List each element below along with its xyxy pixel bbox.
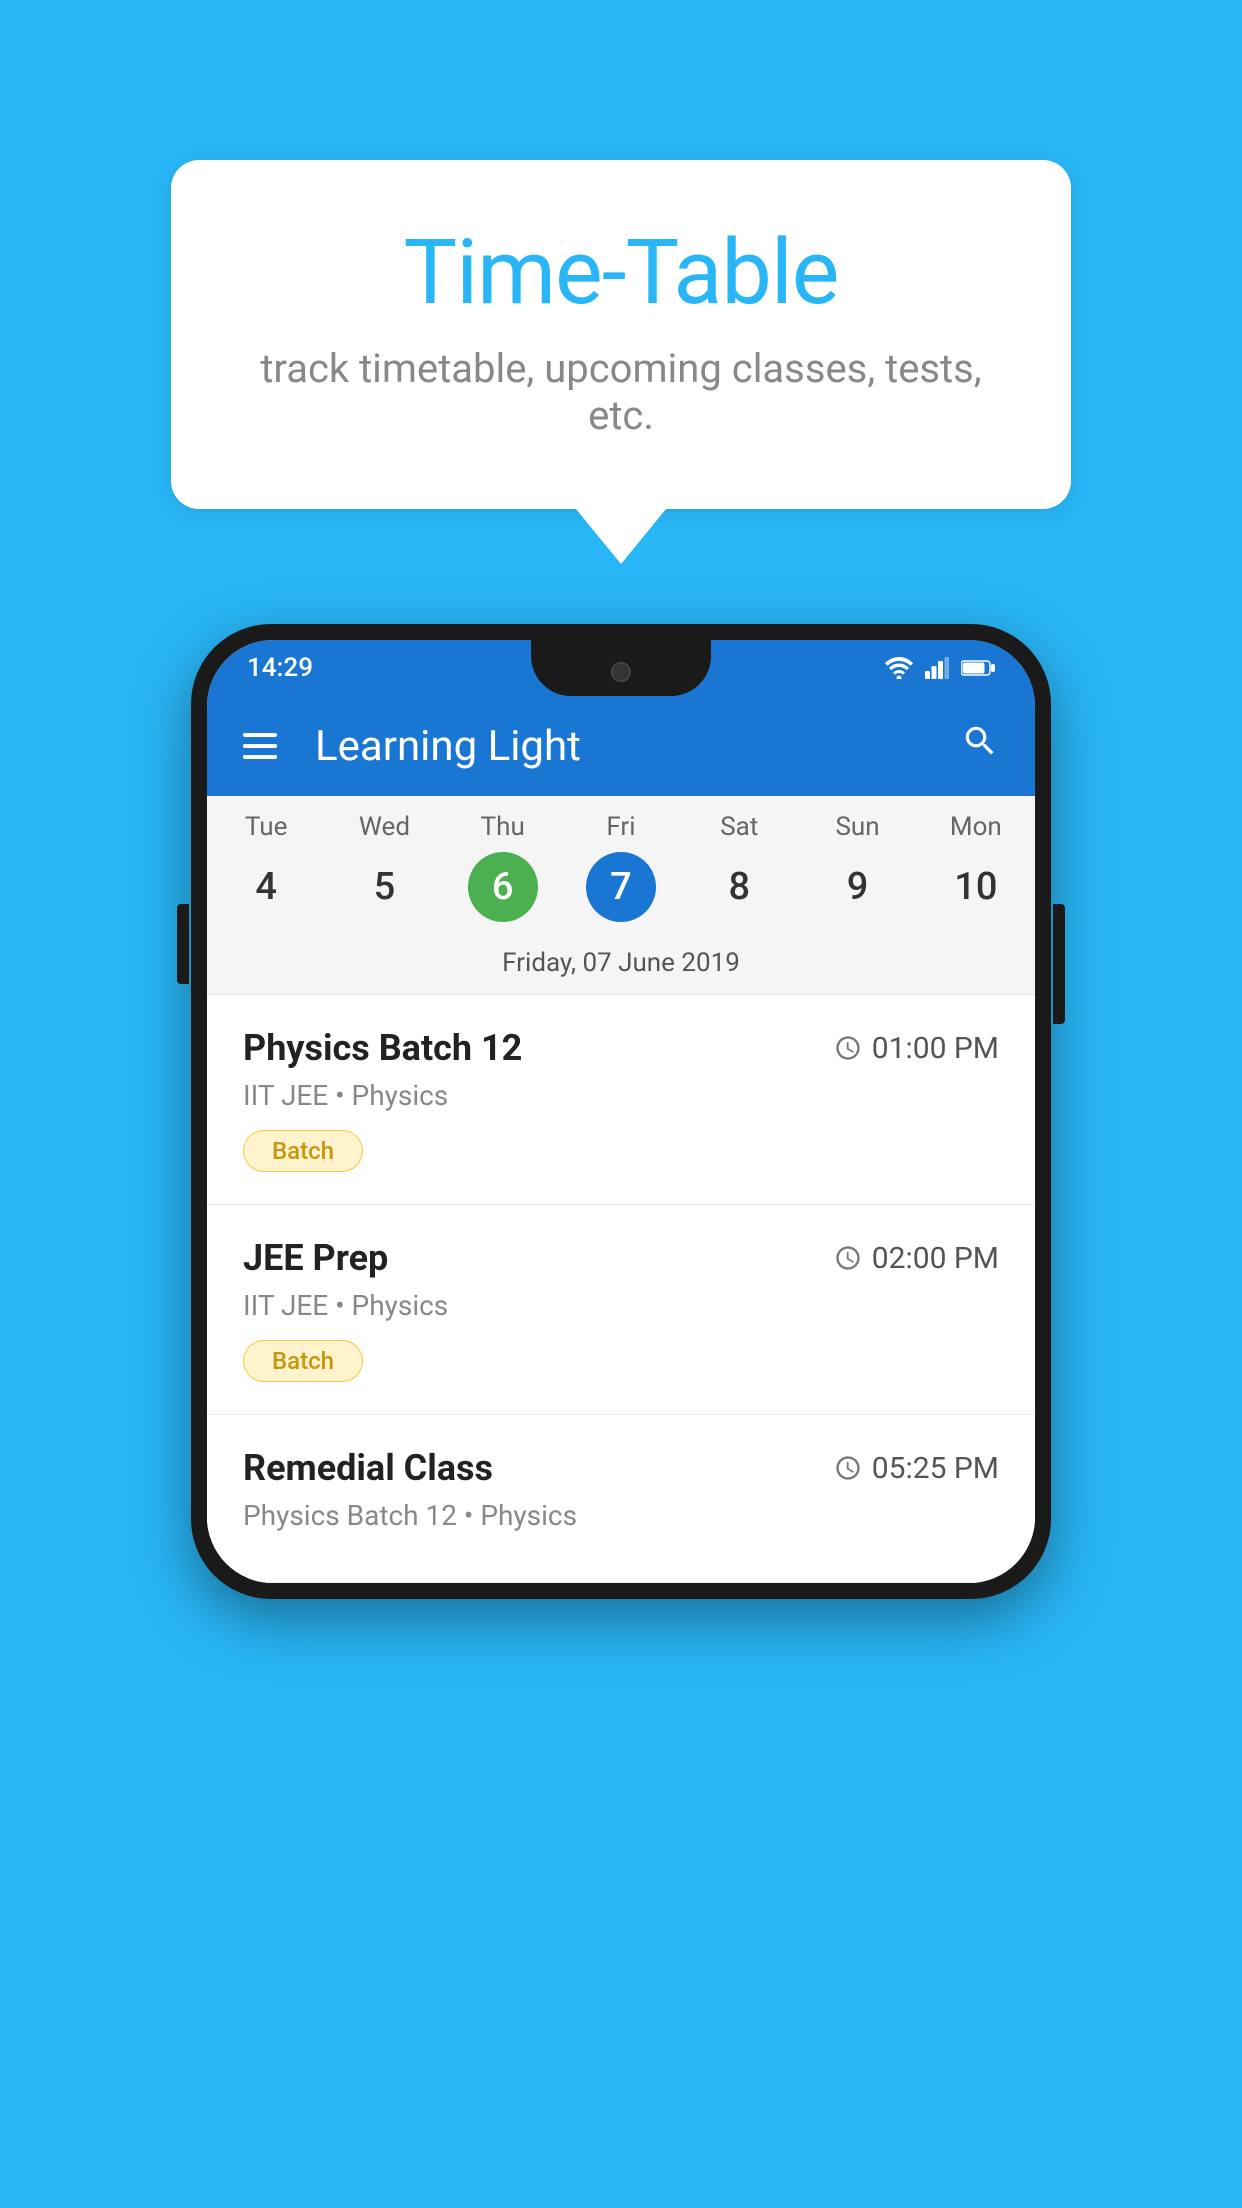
schedule-meta: IIT JEE • Physics bbox=[243, 1079, 999, 1112]
signal-icon bbox=[925, 657, 949, 679]
schedule-item[interactable]: Physics Batch 12 01:00 PM IIT JEE • Physic… bbox=[207, 995, 1035, 1205]
schedule-item[interactable]: JEE Prep 02:00 PM IIT JEE • Physics Batch bbox=[207, 1205, 1035, 1415]
day-number: 7 bbox=[586, 852, 656, 922]
phone-screen: 14:29 bbox=[207, 640, 1035, 1583]
schedule-item-header: Remedial Class 05:25 PM bbox=[243, 1447, 999, 1489]
wifi-icon bbox=[885, 657, 913, 679]
app-bar-title: Learning Light bbox=[315, 722, 931, 771]
phone-notch bbox=[531, 640, 711, 696]
schedule-meta: IIT JEE • Physics bbox=[243, 1289, 999, 1322]
schedule-list: Physics Batch 12 01:00 PM IIT JEE • Physic… bbox=[207, 995, 1035, 1583]
batch-badge: Batch bbox=[243, 1130, 363, 1172]
status-time: 14:29 bbox=[247, 653, 313, 683]
app-bar: Learning Light bbox=[207, 696, 1035, 796]
status-bar: 14:29 bbox=[207, 640, 1035, 696]
day-headers-row: Tue 4 Wed 5 Thu 6 Fri 7 Sat 8 Sun 9 Mon 10 bbox=[207, 796, 1035, 936]
schedule-meta: Physics Batch 12 • Physics bbox=[243, 1499, 999, 1532]
day-number: 9 bbox=[823, 852, 893, 922]
schedule-class-name: Remedial Class bbox=[243, 1447, 493, 1489]
schedule-class-name: Physics Batch 12 bbox=[243, 1027, 522, 1069]
hamburger-line-3 bbox=[243, 755, 277, 759]
status-icons bbox=[885, 657, 995, 679]
day-number: 6 bbox=[468, 852, 538, 922]
day-name-label: Wed bbox=[325, 812, 443, 842]
batch-badge: Batch bbox=[243, 1340, 363, 1382]
schedule-item-header: JEE Prep 02:00 PM bbox=[243, 1237, 999, 1279]
hamburger-line-2 bbox=[243, 744, 277, 748]
app-name-title: Time-Table bbox=[251, 220, 991, 325]
day-col-wed[interactable]: Wed 5 bbox=[325, 812, 443, 936]
front-camera bbox=[611, 662, 631, 682]
battery-icon bbox=[961, 659, 995, 677]
day-name-label: Thu bbox=[444, 812, 562, 842]
day-name-label: Mon bbox=[917, 812, 1035, 842]
day-number: 5 bbox=[349, 852, 419, 922]
day-col-thu[interactable]: Thu 6 bbox=[444, 812, 562, 936]
day-name-label: Fri bbox=[562, 812, 680, 842]
day-name-label: Sat bbox=[680, 812, 798, 842]
selected-date-label: Friday, 07 June 2019 bbox=[207, 936, 1035, 994]
search-button[interactable] bbox=[961, 722, 999, 771]
day-col-mon[interactable]: Mon 10 bbox=[917, 812, 1035, 936]
day-col-sat[interactable]: Sat 8 bbox=[680, 812, 798, 936]
day-number: 10 bbox=[941, 852, 1011, 922]
clock-icon bbox=[834, 1034, 862, 1062]
speech-bubble-arrow bbox=[576, 509, 666, 564]
hamburger-menu-button[interactable] bbox=[243, 733, 277, 759]
search-icon bbox=[961, 722, 999, 760]
day-name-label: Tue bbox=[207, 812, 325, 842]
phone-outer-shell: 14:29 bbox=[191, 624, 1051, 1599]
day-number: 4 bbox=[231, 852, 301, 922]
schedule-time: 02:00 PM bbox=[834, 1241, 999, 1276]
schedule-item[interactable]: Remedial Class 05:25 PM Physics Batch 12 •… bbox=[207, 1415, 1035, 1583]
schedule-class-name: JEE Prep bbox=[243, 1237, 388, 1279]
clock-icon bbox=[834, 1454, 862, 1482]
hamburger-line-1 bbox=[243, 733, 277, 737]
day-name-label: Sun bbox=[798, 812, 916, 842]
schedule-time: 05:25 PM bbox=[834, 1451, 999, 1486]
phone-mockup: 14:29 bbox=[191, 624, 1051, 1599]
day-col-sun[interactable]: Sun 9 bbox=[798, 812, 916, 936]
schedule-time: 01:00 PM bbox=[834, 1031, 999, 1066]
speech-bubble: Time-Table track timetable, upcoming cla… bbox=[171, 160, 1071, 509]
clock-icon bbox=[834, 1244, 862, 1272]
day-number: 8 bbox=[704, 852, 774, 922]
app-description: track timetable, upcoming classes, tests… bbox=[251, 345, 991, 439]
speech-bubble-container: Time-Table track timetable, upcoming cla… bbox=[171, 160, 1071, 564]
calendar-strip: Tue 4 Wed 5 Thu 6 Fri 7 Sat 8 Sun 9 Mon 10 Friday, 07… bbox=[207, 796, 1035, 995]
day-col-fri[interactable]: Fri 7 bbox=[562, 812, 680, 936]
schedule-item-header: Physics Batch 12 01:00 PM bbox=[243, 1027, 999, 1069]
day-col-tue[interactable]: Tue 4 bbox=[207, 812, 325, 936]
